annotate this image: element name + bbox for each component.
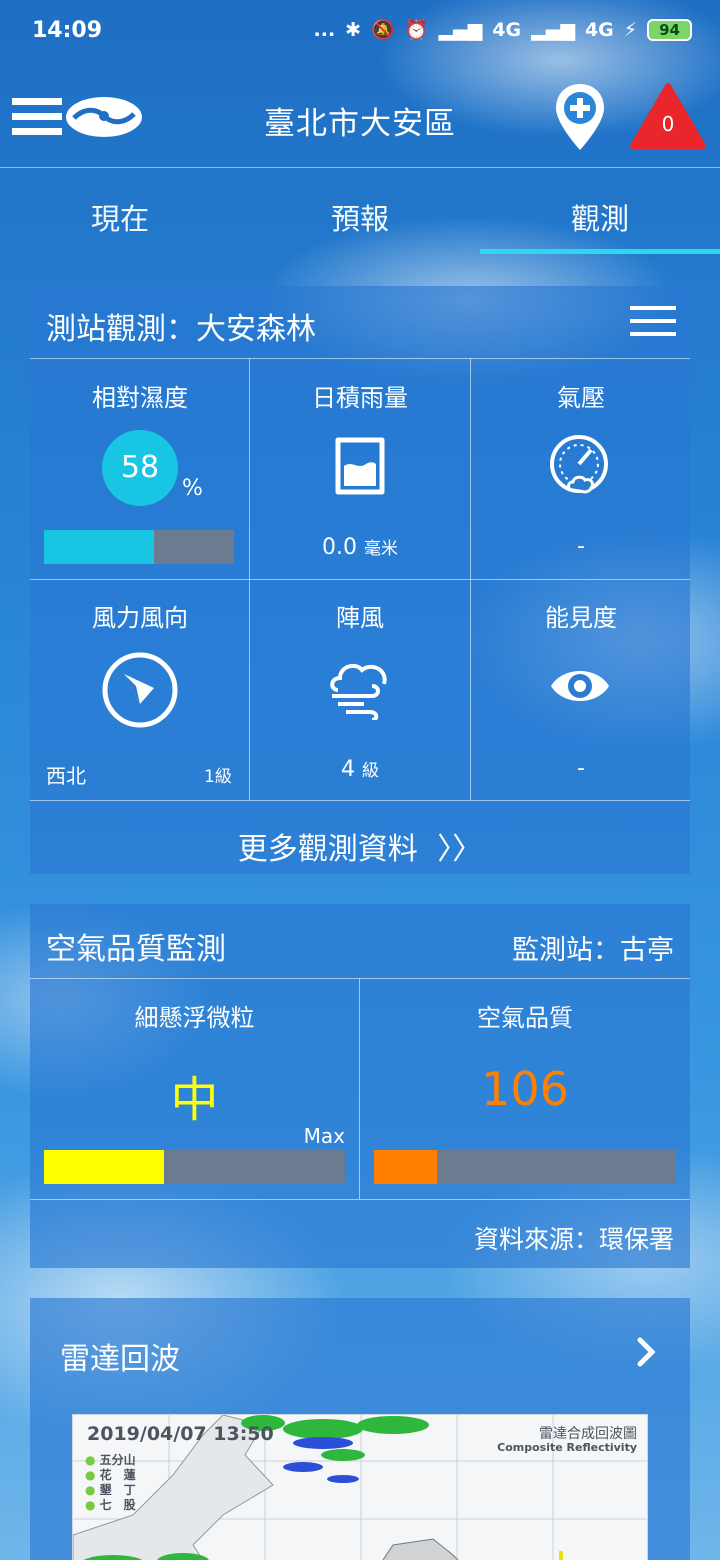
tab-observation[interactable]: 觀測 bbox=[480, 196, 720, 238]
tab-forecast[interactable]: 預報 bbox=[240, 196, 480, 238]
aqi-bar bbox=[374, 1150, 676, 1184]
charging-icon: ⚡ bbox=[623, 18, 638, 41]
humidity-bar-fill bbox=[44, 530, 155, 564]
wind-cell[interactable]: 風力風向 西北 1級 bbox=[30, 580, 249, 800]
location-title: 臺北市大安區 bbox=[264, 106, 456, 142]
aqi-value: 106 bbox=[481, 1062, 569, 1116]
tab-now[interactable]: 現在 bbox=[0, 196, 240, 238]
gust-unit: 級 bbox=[362, 761, 379, 781]
add-location-icon[interactable] bbox=[554, 82, 606, 152]
radar-station: ● 七 股 bbox=[85, 1498, 136, 1512]
radar-map-title: 雷達合成回波圖 bbox=[539, 1426, 637, 1442]
gust-cell[interactable]: 陣風 4 級 bbox=[250, 580, 470, 800]
humidity-value: 58 bbox=[102, 430, 178, 506]
wind-level: 1級 bbox=[204, 767, 232, 787]
status-time: 14:09 bbox=[32, 18, 103, 43]
aqi-label: 空氣品質 bbox=[477, 1004, 573, 1032]
alarm-icon: ⏰ bbox=[404, 19, 429, 41]
more-observation-link[interactable]: 更多觀測資料 〉〉 bbox=[30, 804, 690, 867]
gust-label: 陣風 bbox=[336, 604, 384, 632]
rain-reading: 0.0 毫米 bbox=[250, 534, 470, 560]
radar-map-subtitle: Composite Reflectivity bbox=[497, 1441, 637, 1454]
alert-button[interactable]: 0 bbox=[630, 82, 706, 150]
bluetooth-icon: ✱ bbox=[345, 18, 362, 41]
status-icons: ... ✱ 🔕 ⏰ ▂▄▆ 4G ▂▄▆ 4G ⚡ 94 bbox=[314, 18, 692, 41]
status-bar: 14:09 ... ✱ 🔕 ⏰ ▂▄▆ 4G ▂▄▆ 4G ⚡ 94 bbox=[0, 0, 720, 64]
header: 臺北市大安區 0 bbox=[0, 64, 720, 168]
air-quality-title: 空氣品質監測 bbox=[46, 932, 226, 967]
visibility-label: 能見度 bbox=[545, 604, 617, 632]
alert-count: 0 bbox=[661, 112, 675, 136]
observation-title: 測站觀測：大安森林 bbox=[46, 312, 316, 347]
barometer-icon bbox=[550, 435, 608, 494]
signal-icon-2: ▂▄▆ bbox=[531, 18, 575, 41]
pressure-value: - bbox=[577, 534, 585, 559]
rain-value: 0.0 bbox=[322, 535, 357, 560]
radar-station-list: ● 五分山 ● 花 蓮 ● 墾 丁 ● 七 股 bbox=[85, 1453, 136, 1513]
pressure-cell[interactable]: 氣壓 - bbox=[471, 358, 690, 579]
chevron-right-icon[interactable] bbox=[636, 1336, 656, 1368]
network-label-2: 4G bbox=[584, 18, 614, 41]
pm-cell[interactable]: 細懸浮微粒 中 Max bbox=[30, 978, 359, 1199]
humidity-unit: % bbox=[182, 476, 203, 501]
rain-unit: 毫米 bbox=[364, 539, 398, 559]
data-source: 資料來源：環保署 bbox=[473, 1225, 674, 1254]
network-label-1: 4G bbox=[492, 18, 522, 41]
mute-icon: 🔕 bbox=[371, 19, 395, 41]
observation-card: 測站觀測：大安森林 相對濕度 58 % 日積雨量 0.0 毫米 氣壓 - 風力風… bbox=[30, 286, 690, 874]
windy-cloud-icon bbox=[330, 663, 387, 720]
aqi-cell[interactable]: 空氣品質 106 bbox=[360, 978, 690, 1199]
humidity-label: 相對濕度 bbox=[92, 384, 188, 412]
air-quality-card: 空氣品質監測 監測站：古亭 細懸浮微粒 中 Max 空氣品質 106 資料來源：… bbox=[30, 904, 690, 1268]
humidity-cell[interactable]: 相對濕度 58 % bbox=[30, 358, 249, 579]
radar-title: 雷達回波 bbox=[60, 1342, 180, 1377]
pm-bar-fill bbox=[44, 1150, 165, 1184]
wind-label: 風力風向 bbox=[92, 604, 188, 632]
monitoring-station[interactable]: 監測站：古亭 bbox=[512, 928, 674, 967]
eye-icon bbox=[551, 671, 609, 701]
active-tab-indicator bbox=[480, 249, 720, 254]
battery-level: 94 bbox=[647, 18, 692, 41]
rain-gauge-icon bbox=[335, 437, 385, 495]
more-notifications-icon: ... bbox=[313, 18, 336, 41]
wind-direction: 西北 bbox=[46, 764, 86, 788]
divider bbox=[30, 800, 690, 801]
aqi-bar-fill bbox=[374, 1150, 438, 1184]
rain-label: 日積雨量 bbox=[312, 384, 408, 412]
radar-map-image[interactable]: 2019/04/07 13:50 雷達合成回波圖 Composite Refle… bbox=[72, 1414, 648, 1560]
gust-value: 4 bbox=[341, 757, 355, 782]
pm-value: 中 bbox=[170, 1072, 219, 1128]
humidity-bar bbox=[44, 530, 234, 564]
visibility-value: - bbox=[577, 756, 585, 781]
pressure-label: 氣壓 bbox=[557, 384, 605, 412]
pm-label: 細懸浮微粒 bbox=[134, 1004, 255, 1032]
pm-bar bbox=[44, 1150, 345, 1184]
radar-timestamp: 2019/04/07 13:50 bbox=[87, 1423, 274, 1445]
radar-station: ● 墾 丁 bbox=[85, 1483, 136, 1497]
rain-cell[interactable]: 日積雨量 0.0 毫米 bbox=[250, 358, 470, 579]
more-observation-label: 更多觀測資料 bbox=[237, 832, 418, 867]
signal-icon: ▂▄▆ bbox=[438, 18, 483, 41]
radar-station: ● 五分山 bbox=[85, 1453, 136, 1467]
visibility-cell[interactable]: 能見度 - bbox=[471, 580, 690, 800]
compass-icon bbox=[102, 652, 178, 728]
radar-station: ● 花 蓮 bbox=[85, 1468, 136, 1482]
pm-max-label: Max bbox=[303, 1124, 345, 1148]
gust-reading: 4 級 bbox=[250, 756, 470, 782]
station-menu-icon[interactable] bbox=[630, 306, 676, 336]
radar-card[interactable]: 雷達回波 2019/04/07 13:50 雷達合成回波圖 Composite … bbox=[30, 1298, 690, 1560]
double-chevron-right-icon: 〉〉 bbox=[437, 832, 483, 867]
tab-bar: 現在 預報 觀測 bbox=[0, 168, 720, 258]
divider bbox=[30, 1199, 690, 1200]
